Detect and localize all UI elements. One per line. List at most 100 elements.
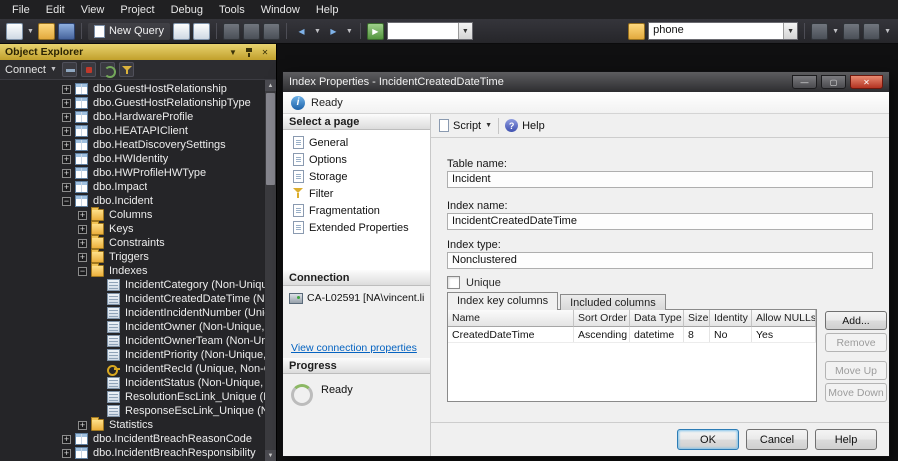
tree-item[interactable]: + dbo.HWProfileHWType: [0, 166, 276, 180]
chevron-down-icon[interactable]: ▼: [314, 28, 321, 35]
close-icon[interactable]: ✕: [259, 46, 271, 58]
expand-icon[interactable]: +: [78, 252, 87, 262]
connect-button[interactable]: Connect ▼: [5, 64, 58, 76]
undo-icon[interactable]: ◂: [293, 23, 310, 40]
window-position-icon[interactable]: ▼: [227, 46, 239, 58]
tree-item[interactable]: + dbo.GuestHostRelationshipType: [0, 96, 276, 110]
expand-icon[interactable]: +: [62, 140, 71, 150]
cancel-button[interactable]: Cancel: [746, 429, 808, 450]
disconnect-icon[interactable]: [61, 62, 77, 77]
menu-file[interactable]: File: [4, 2, 38, 18]
menu-project[interactable]: Project: [112, 2, 162, 18]
close-button[interactable]: ✕: [850, 75, 883, 89]
filter-icon[interactable]: [118, 62, 134, 77]
database-combobox[interactable]: ▼: [386, 22, 473, 40]
object-explorer-header[interactable]: Object Explorer ▼ ✕: [0, 44, 276, 60]
expand-icon[interactable]: +: [78, 420, 87, 430]
page-item-storage[interactable]: Storage: [283, 168, 430, 185]
refresh-icon[interactable]: [99, 62, 116, 78]
index-type-field[interactable]: Nonclustered: [447, 252, 873, 269]
properties-window-icon[interactable]: [843, 22, 861, 40]
tree-item[interactable]: + dbo.IncidentBreachResponsibility: [0, 446, 276, 460]
expand-icon[interactable]: +: [62, 168, 71, 178]
grid-header-cell[interactable]: Sort Order: [574, 310, 630, 327]
page-item-extended-properties[interactable]: Extended Properties: [283, 219, 430, 236]
tree-item[interactable]: − Indexes: [0, 263, 276, 278]
analysis-query-icon[interactable]: [192, 22, 210, 40]
tree-item[interactable]: + dbo.GuestHostRelationship: [0, 82, 276, 96]
new-file-icon[interactable]: [6, 22, 23, 40]
page-item-fragmentation[interactable]: Fragmentation: [283, 202, 430, 219]
tree-item[interactable]: − dbo.Incident: [0, 194, 276, 208]
filter-icon[interactable]: [628, 22, 646, 40]
page-item-general[interactable]: General: [283, 134, 430, 151]
minimize-button[interactable]: —: [792, 75, 817, 89]
chevron-down-icon[interactable]: ▼: [884, 28, 891, 35]
search-combobox[interactable]: phone ▼: [648, 22, 799, 40]
expand-icon[interactable]: +: [78, 210, 87, 220]
unique-checkbox[interactable]: [447, 276, 460, 289]
page-item-options[interactable]: Options: [283, 151, 430, 168]
menu-tools[interactable]: Tools: [211, 2, 253, 18]
menu-debug[interactable]: Debug: [163, 2, 211, 18]
scroll-down-icon[interactable]: ▼: [265, 450, 276, 461]
options-icon[interactable]: [863, 22, 881, 40]
expand-icon[interactable]: +: [78, 238, 87, 248]
vertical-scrollbar[interactable]: ▲ ▼: [265, 80, 276, 461]
grid-header-cell[interactable]: Name: [448, 310, 574, 327]
tree-item[interactable]: + dbo.HardwareProfile: [0, 110, 276, 124]
chevron-down-icon[interactable]: ▼: [783, 23, 798, 39]
menu-window[interactable]: Window: [253, 2, 308, 18]
script-button[interactable]: Script ▼: [439, 119, 492, 132]
tree-item[interactable]: + Triggers: [0, 249, 276, 264]
tree-item[interactable]: + Keys: [0, 221, 276, 236]
tree-item[interactable]: + dbo.HeatDiscoverySettings: [0, 138, 276, 152]
unique-checkbox-row[interactable]: Unique: [447, 276, 501, 289]
maximize-button[interactable]: ▢: [821, 75, 846, 89]
tree-item[interactable]: IncidentRecId (Unique, Non-Clustere: [0, 362, 276, 376]
expand-icon[interactable]: +: [62, 434, 71, 444]
results-grid-icon[interactable]: [811, 22, 829, 40]
menu-help[interactable]: Help: [308, 2, 347, 18]
expand-icon[interactable]: +: [78, 224, 87, 234]
tree-item[interactable]: ResponseEscLink_Unique (Non-Uniq: [0, 404, 276, 418]
chevron-down-icon[interactable]: ▼: [346, 28, 353, 35]
pin-icon[interactable]: [243, 46, 255, 58]
grid-header-cell[interactable]: Identity: [710, 310, 752, 327]
tree-item[interactable]: + dbo.HEATAPIClient: [0, 124, 276, 138]
expand-icon[interactable]: +: [62, 154, 71, 164]
chevron-down-icon[interactable]: ▼: [485, 122, 492, 129]
copy-icon[interactable]: [242, 22, 260, 40]
new-query-button[interactable]: New Query: [87, 22, 170, 40]
index-name-field[interactable]: IncidentCreatedDateTime: [447, 213, 873, 230]
expand-icon[interactable]: +: [62, 182, 71, 192]
expand-icon[interactable]: +: [62, 126, 71, 136]
grid-header-cell[interactable]: Allow NULLs: [752, 310, 816, 327]
tree-item[interactable]: IncidentCreatedDateTime (Non-Uni: [0, 292, 276, 306]
save-icon[interactable]: [57, 22, 75, 40]
tree-item[interactable]: IncidentCategory (Non-Unique, Non: [0, 278, 276, 292]
tree-item[interactable]: + Statistics: [0, 417, 276, 432]
open-file-icon[interactable]: [37, 22, 55, 40]
help-toolbar-button[interactable]: ? Help: [505, 119, 545, 132]
menu-view[interactable]: View: [73, 2, 113, 18]
execute-icon[interactable]: ▶: [366, 22, 384, 40]
chevron-down-icon[interactable]: ▼: [27, 28, 34, 35]
dialog-titlebar[interactable]: Index Properties - IncidentCreatedDateTi…: [283, 72, 889, 92]
paste-icon[interactable]: [262, 22, 280, 40]
chevron-down-icon[interactable]: ▼: [832, 28, 839, 35]
scroll-up-icon[interactable]: ▲: [265, 80, 276, 91]
page-item-filter[interactable]: Filter: [283, 185, 430, 202]
database-engine-query-icon[interactable]: [172, 22, 190, 40]
chevron-down-icon[interactable]: ▼: [457, 23, 472, 39]
expand-icon[interactable]: +: [62, 112, 71, 122]
grid-row[interactable]: CreatedDateTime Ascending datetime 8 No Yes: [448, 327, 816, 343]
redo-icon[interactable]: ▸: [325, 23, 342, 40]
scrollbar-thumb[interactable]: [266, 93, 275, 185]
tree-item[interactable]: IncidentPriority (Non-Unique, Non-C: [0, 348, 276, 362]
tree-item[interactable]: IncidentOwnerTeam (Non-Unique, N: [0, 334, 276, 348]
tree-item[interactable]: IncidentStatus (Non-Unique, Non-Cl: [0, 376, 276, 390]
cut-icon[interactable]: [222, 22, 240, 40]
grid-header-cell[interactable]: Data Type: [630, 310, 684, 327]
collapse-icon[interactable]: −: [62, 196, 71, 206]
